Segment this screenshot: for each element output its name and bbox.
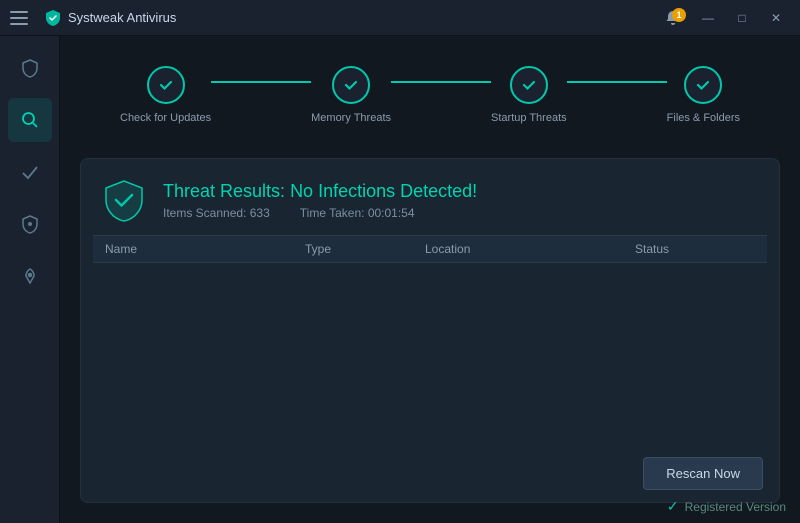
window-controls: 1 — □ ✕ [658, 8, 790, 28]
sidebar-item-check[interactable] [8, 150, 52, 194]
rescan-button[interactable]: Rescan Now [643, 457, 763, 490]
content-area: Check for Updates Memory Threats [60, 36, 800, 523]
maximize-button[interactable]: □ [728, 8, 756, 28]
sidebar-item-boost[interactable] [8, 254, 52, 298]
step-memory-threats: Memory Threats [311, 66, 391, 124]
results-footer: Rescan Now [81, 445, 779, 502]
menu-icon[interactable] [10, 6, 34, 30]
results-table: Name Type Location Status [93, 235, 767, 445]
step-2-circle [332, 66, 370, 104]
step-check-updates: Check for Updates [120, 66, 211, 124]
sidebar [0, 36, 60, 523]
sidebar-item-protection[interactable] [8, 46, 52, 90]
step-line-1 [211, 81, 311, 83]
results-title: Threat Results: No Infections Detected! [163, 181, 477, 202]
titlebar: Systweak Antivirus 1 — □ ✕ [0, 0, 800, 36]
table-header: Name Type Location Status [93, 235, 767, 263]
sidebar-item-scan[interactable] [8, 98, 52, 142]
time-taken: Time Taken: 00:01:54 [300, 206, 415, 220]
step-startup-threats: Startup Threats [491, 66, 567, 124]
app-logo-icon [44, 9, 62, 27]
results-header: Threat Results: No Infections Detected! … [81, 159, 779, 235]
statusbar: ✓ Registered Version [667, 498, 786, 515]
table-body [93, 263, 767, 443]
step-4-label: Files & Folders [667, 112, 740, 124]
step-line-2 [391, 81, 491, 83]
registered-label: Registered Version [685, 500, 786, 514]
results-meta: Items Scanned: 633 Time Taken: 00:01:54 [163, 206, 477, 220]
step-files-folders: Files & Folders [667, 66, 740, 124]
step-line-3 [567, 81, 667, 83]
app-title: Systweak Antivirus [68, 10, 658, 25]
results-panel: Threat Results: No Infections Detected! … [80, 158, 780, 503]
step-3-circle [510, 66, 548, 104]
col-location: Location [425, 242, 635, 256]
step-1-label: Check for Updates [120, 112, 211, 124]
col-name: Name [105, 242, 305, 256]
sidebar-item-shield2[interactable] [8, 202, 52, 246]
minimize-button[interactable]: — [694, 8, 722, 28]
step-4-circle [684, 66, 722, 104]
col-status: Status [635, 242, 755, 256]
col-type: Type [305, 242, 425, 256]
results-info: Threat Results: No Infections Detected! … [163, 181, 477, 220]
shield-check-icon [101, 177, 147, 223]
close-button[interactable]: ✕ [762, 8, 790, 28]
notification-icon[interactable]: 1 [658, 8, 688, 28]
registered-icon: ✓ [667, 498, 679, 515]
main-layout: Check for Updates Memory Threats [0, 36, 800, 523]
step-2-label: Memory Threats [311, 112, 391, 124]
items-scanned: Items Scanned: 633 [163, 206, 270, 220]
step-1-circle [147, 66, 185, 104]
step-3-label: Startup Threats [491, 112, 567, 124]
scan-steps: Check for Updates Memory Threats [80, 56, 780, 134]
notification-badge: 1 [672, 8, 686, 22]
